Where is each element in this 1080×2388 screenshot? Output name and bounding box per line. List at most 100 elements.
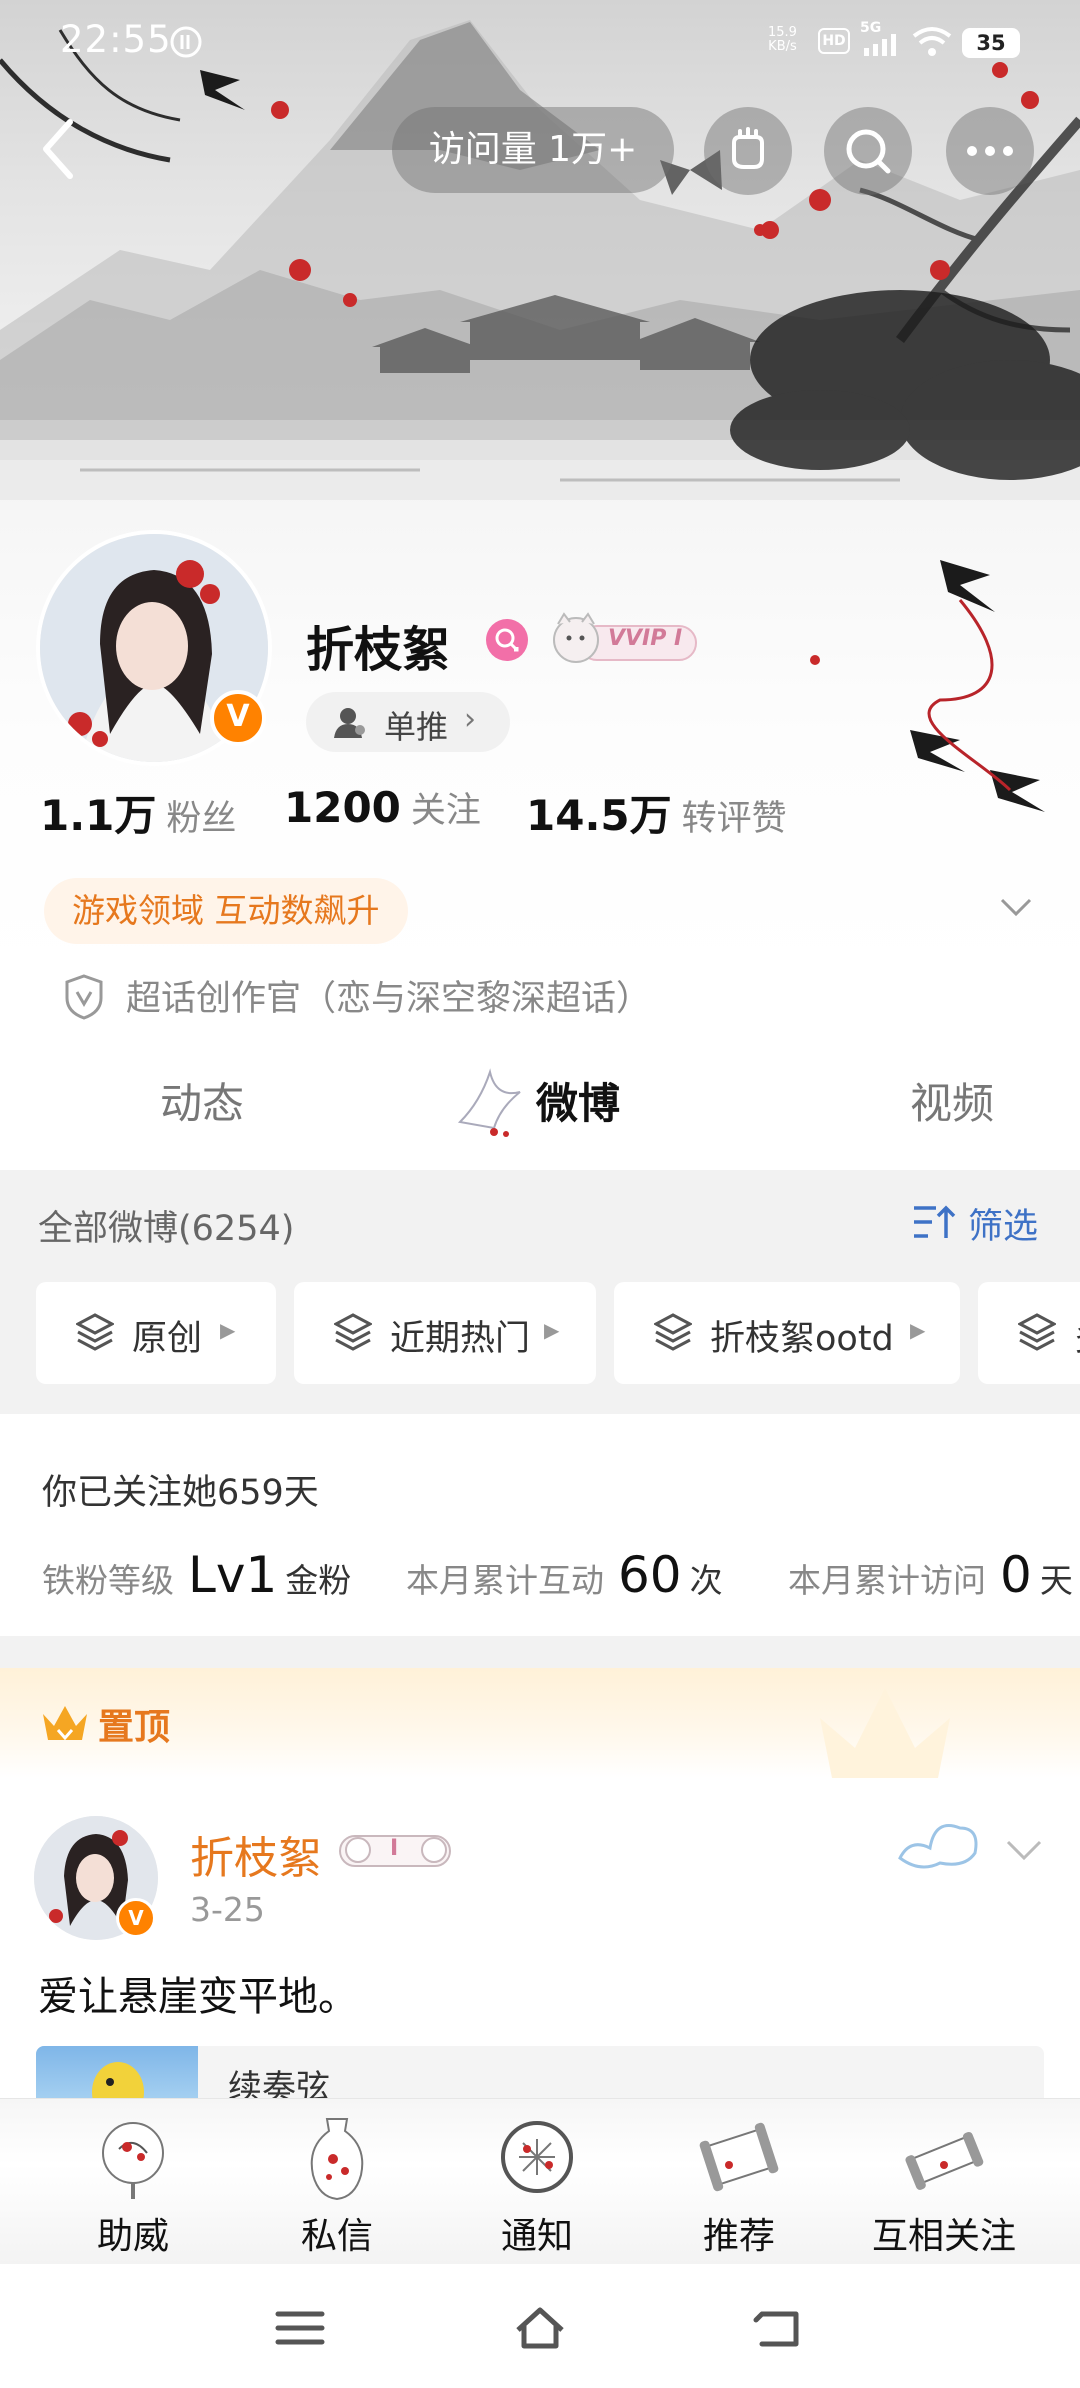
more-button[interactable] — [946, 107, 1034, 195]
action-mutual-follow[interactable]: 互相关注 — [856, 2099, 1032, 2265]
female-icon — [486, 619, 528, 661]
post-text: 爱让悬崖变平地。 — [38, 1974, 358, 2020]
interact-value: 60 — [618, 1546, 682, 1604]
vase-icon — [310, 2118, 364, 2201]
followers-count: 1.1万 — [40, 791, 157, 840]
fan-level: 铁粉等级 Lv1 金粉 — [42, 1546, 351, 1604]
filter-icon — [914, 1205, 956, 1238]
layers-icon — [76, 1313, 114, 1351]
chevron-down-icon[interactable] — [1004, 1834, 1044, 1866]
interact-key: 本月累计互动 — [406, 1561, 604, 1600]
triangle-right-icon: ▶ — [544, 1318, 560, 1342]
menu-icon[interactable] — [272, 2304, 328, 2352]
net-speed-unit: KB/s — [768, 39, 797, 54]
chip-label: 原创 — [132, 1319, 203, 1359]
chip-label: 折枝絮ootd — [710, 1319, 894, 1359]
action-label: 互相关注 — [871, 2216, 1016, 2257]
follow-tag-button[interactable]: 单推 › — [306, 692, 510, 752]
fan-visits: 本月累计访问 0 天 — [788, 1546, 1073, 1604]
action-notify[interactable]: 通知 — [452, 2099, 622, 2265]
battery-indicator: 35 — [962, 28, 1020, 58]
chip-original[interactable]: 原创 ▶ — [36, 1282, 276, 1384]
following-count: 1200 — [284, 783, 401, 832]
chevron-right-icon: › — [464, 702, 476, 737]
crown-watermark-icon — [820, 1688, 950, 1778]
home-icon[interactable] — [512, 2304, 568, 2352]
fan-level-value: Lv1 — [188, 1546, 278, 1604]
tab-dynamics[interactable]: 动态 — [160, 1070, 244, 1131]
action-label: 助威 — [96, 2216, 169, 2257]
status-time: 22:55 — [60, 18, 172, 61]
chevron-down-icon[interactable] — [996, 886, 1036, 926]
wifi-icon — [912, 27, 952, 56]
profile-tabs: 动态 微博 视频 — [0, 1040, 1080, 1170]
chip-label: 多 — [1074, 1310, 1080, 1361]
interact-suffix: 次 — [689, 1561, 723, 1600]
action-label: 通知 — [500, 2216, 573, 2257]
chip-label: 近期热门 — [390, 1319, 531, 1359]
action-cheer[interactable]: 助威 — [48, 2099, 218, 2265]
post-linked-card[interactable]: 续奏弦 — [36, 2046, 1044, 2106]
pinned-label: 置顶 — [98, 1707, 171, 1748]
chip-more[interactable]: 多 — [978, 1282, 1080, 1384]
pinned-header: 置顶 — [0, 1668, 1080, 1778]
triangle-right-icon: ▶ — [220, 1318, 236, 1342]
visit-key: 本月累计访问 — [788, 1561, 986, 1600]
engagement-label: 转评赞 — [681, 799, 787, 839]
fist-bump-icon — [732, 127, 764, 169]
network-speed: 15.9 KB/s — [768, 26, 797, 54]
crane-decoration-icon — [457, 1068, 521, 1137]
followers-stat[interactable]: 1.1万 粉丝 — [40, 782, 236, 843]
fan-icon — [102, 2122, 164, 2199]
chip-ootd[interactable]: 折枝絮ootd ▶ — [614, 1282, 960, 1384]
tab-video[interactable]: 视频 — [910, 1070, 994, 1131]
post-date: 3-25 — [190, 1890, 265, 1929]
visit-suffix: 天 — [1039, 1561, 1073, 1600]
engagement-stat[interactable]: 14.5万 转评赞 — [526, 782, 787, 843]
section-divider — [0, 1636, 1080, 1668]
action-recommend[interactable]: 推荐 — [654, 2099, 824, 2265]
fan-status-card[interactable]: 你已关注她659天 铁粉等级 Lv1 金粉 本月累计互动 60 次 本月累计访问 0 天 — [0, 1414, 1080, 1636]
feed-title: 全部微博(6254) — [38, 1209, 295, 1249]
pinned-post[interactable]: V 折枝絮 I 3-25 爱让悬崖变平地。 续奏弦 — [0, 1778, 1080, 2106]
window-icon — [501, 2121, 573, 2193]
fan-level-key: 铁粉等级 — [42, 1561, 174, 1600]
follow-tag-label: 单推 — [384, 708, 449, 746]
vvip-badge[interactable]: VVIP I — [550, 612, 700, 668]
layers-icon — [334, 1313, 372, 1351]
tab-weibo[interactable]: 微博 — [536, 1070, 620, 1131]
followers-label: 粉丝 — [166, 799, 237, 839]
signal-icon: 5G — [860, 20, 904, 56]
app-notification-icon — [170, 26, 202, 58]
duck-thumbnail-icon — [92, 2062, 144, 2106]
chip-recent-hot[interactable]: 近期热门 ▶ — [294, 1282, 596, 1384]
scroll-icon — [699, 2122, 779, 2192]
net-speed-value: 15.9 — [768, 25, 797, 40]
back-icon[interactable] — [28, 112, 88, 187]
layers-icon — [654, 1313, 692, 1351]
system-navigation-bar — [0, 2264, 1080, 2388]
visit-value: 0 — [1000, 1546, 1032, 1604]
back-nav-icon[interactable] — [752, 2304, 808, 2352]
author-level-badge: I — [336, 1828, 456, 1872]
visit-count-button[interactable]: 访问量 1万+ — [392, 107, 674, 193]
follow-days: 你已关注她659天 — [42, 1473, 319, 1513]
fan-metrics: 铁粉等级 Lv1 金粉 本月累计互动 60 次 本月累计访问 0 天 — [42, 1542, 1080, 1612]
female-symbol-icon — [495, 628, 519, 652]
honor-tag[interactable]: 游戏领域 互动数飙升 — [44, 878, 408, 944]
author-tag-label: I — [390, 1836, 399, 1861]
post-verified-badge: V — [116, 1898, 156, 1938]
cloud-decoration-icon — [898, 1824, 978, 1869]
fist-bump-button[interactable] — [704, 107, 792, 195]
action-label: 推荐 — [702, 2216, 775, 2257]
status-bar: 22:55 15.9 KB/s HD 5G 35 — [0, 0, 1080, 80]
engagement-count: 14.5万 — [526, 791, 672, 840]
action-message[interactable]: 私信 — [252, 2099, 422, 2265]
person-icon — [334, 708, 365, 738]
search-icon — [846, 129, 891, 174]
following-stat[interactable]: 1200 关注 — [284, 782, 481, 833]
search-button[interactable] — [824, 107, 912, 195]
triangle-right-icon: ▶ — [910, 1318, 926, 1342]
card-thumbnail — [36, 2046, 198, 2106]
post-author[interactable]: 折枝絮 — [190, 1822, 322, 1886]
